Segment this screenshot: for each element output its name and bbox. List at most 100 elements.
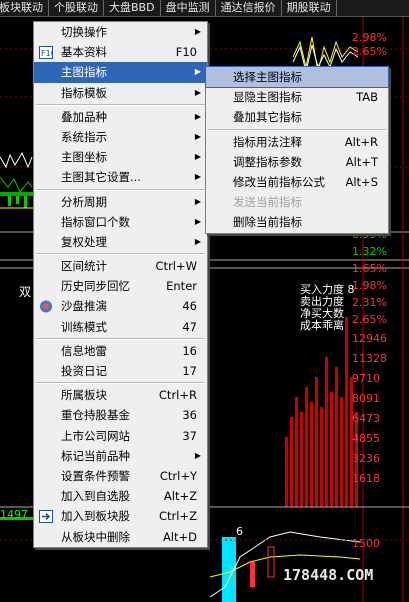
tab-1[interactable]: 个股联动 <box>49 0 104 16</box>
menu-item-25[interactable]: 标记当前品种 ▶ <box>34 446 207 466</box>
submenu-arrow-icon: ▶ <box>194 216 201 226</box>
submenu-arrow-icon: ▶ <box>194 27 201 36</box>
scale-value: 1.32% <box>352 245 387 258</box>
submenu-item-1[interactable]: 显隐主图指标 TAB <box>206 87 388 107</box>
menu-item-8[interactable]: 主图其它设置... ▶ <box>34 167 207 187</box>
submenu-arrow-icon: ▶ <box>194 196 201 206</box>
menu-item-19[interactable]: 信息地雷 16 <box>34 341 207 361</box>
menu-item-label: 切换操作 <box>61 25 107 39</box>
menu-item-label: 设置条件预警 <box>61 468 130 483</box>
f10-icon: F10 <box>39 45 56 60</box>
submenu-item-7: 发送当前指标 <box>206 192 388 212</box>
menu-item-label: 删除当前指标 <box>233 215 302 230</box>
menu-item-shortcut: Ctrl+R <box>158 388 197 403</box>
menu-item-shortcut: Ctrl+Z <box>159 509 197 524</box>
scale-value: 1.65% <box>352 262 387 275</box>
menu-item-22[interactable]: 所属板块 Ctrl+R <box>34 385 207 405</box>
submenu-arrow-icon: ▶ <box>194 87 201 97</box>
tab-2[interactable]: 大盘BBD <box>104 0 161 16</box>
menu-item-15[interactable]: 历史同步回忆 Enter <box>34 276 207 296</box>
menu-item-10[interactable]: 分析周期 ▶ <box>34 192 207 212</box>
menu-item-1[interactable]: F10 基本资料 F10 <box>34 42 207 62</box>
submenu-arrow-icon: ▶ <box>194 67 201 77</box>
menu-item-29[interactable]: 从板块中删除 Alt+D <box>34 527 207 547</box>
submenu-item-2[interactable]: 叠加其它指标 <box>206 107 388 127</box>
menu-item-label: 发送当前指标 <box>233 195 302 210</box>
menu-separator <box>36 337 205 340</box>
menu-item-14[interactable]: 区间统计 Ctrl+W <box>34 256 207 276</box>
menu-item-shortcut: TAB <box>356 90 378 105</box>
submenu-item-5[interactable]: 调整指标参数 Alt+T <box>206 152 388 172</box>
main-indicator-submenu: 选择主图指标 显隐主图指标 TAB 叠加其它指标 指标用法注释 Alt+R 调整指标参数 Al… <box>205 65 389 234</box>
menu-item-28[interactable]: 加入到板块股 Ctrl+Z <box>34 506 207 526</box>
menu-separator <box>36 382 205 385</box>
menu-item-shortcut: 17 <box>182 364 197 378</box>
menu-item-label: 显隐主图指标 <box>233 90 302 105</box>
scale-value: 6473 <box>352 412 380 425</box>
submenu-arrow-icon: ▶ <box>194 131 201 141</box>
menu-item-label: 指标用法注释 <box>233 134 302 149</box>
menu-item-shortcut: Ctrl+W <box>155 259 197 274</box>
menu-item-3[interactable]: 指标模板 ▶ <box>34 83 207 103</box>
submenu-item-6[interactable]: 修改当前指标公式 Alt+S <box>206 172 388 192</box>
menu-item-label: 主图坐标 <box>61 150 107 165</box>
menu-item-label: 指标模板 <box>61 85 107 100</box>
tab-0[interactable]: 板块联动 <box>0 0 49 16</box>
scale-value: 4855 <box>352 432 380 445</box>
menu-item-label: 区间统计 <box>61 259 107 274</box>
menu-item-11[interactable]: 指标窗口个数 ▶ <box>34 212 207 232</box>
menu-item-7[interactable]: 主图坐标 ▶ <box>34 147 207 167</box>
menu-item-17[interactable]: 训练模式 47 <box>34 317 207 337</box>
menu-item-label: 加入到板块股 <box>61 509 130 524</box>
left-volume-label: 1497 <box>0 508 28 521</box>
menu-item-shortcut: Alt+T <box>345 154 378 169</box>
menu-item-shortcut: Alt+D <box>162 529 197 544</box>
menu-item-6[interactable]: 系统指示 ▶ <box>34 127 207 147</box>
menu-item-shortcut: 37 <box>182 428 197 443</box>
menu-item-24[interactable]: 上市公司网站 37 <box>34 426 207 446</box>
menu-item-label: 标记当前品种 <box>61 448 130 463</box>
menu-item-0[interactable]: 切换操作 ▶ <box>34 22 207 42</box>
add-to-block-icon <box>39 509 53 524</box>
menu-item-shortcut: Alt+S <box>345 174 378 189</box>
context-menu: 切换操作 ▶ F10 基本资料 F10 主图指标 ▶ 指标模板 ▶ 叠加品种 ▶ 系统指示 ▶ 主图坐标 ▶… <box>33 21 208 548</box>
scale-value: 2.31% <box>352 296 387 309</box>
menu-item-16[interactable]: 沙盘推演 46 <box>34 296 207 316</box>
menu-item-2[interactable]: 主图指标 ▶ <box>34 62 207 83</box>
menu-item-label: 加入到自选股 <box>61 489 130 504</box>
menu-separator <box>36 103 205 106</box>
menu-item-12[interactable]: 复权处理 ▶ <box>34 232 207 252</box>
tab-5[interactable]: 期股联动 <box>282 0 337 16</box>
menu-item-label: 历史同步回忆 <box>61 279 130 294</box>
menu-item-shortcut: 16 <box>182 343 197 358</box>
submenu-item-0[interactable]: 选择主图指标 <box>205 65 389 89</box>
menu-separator <box>208 128 386 131</box>
scale-value: 1618 <box>352 472 380 485</box>
submenu-item-4[interactable]: 指标用法注释 Alt+R <box>206 132 388 152</box>
submenu-item-8[interactable]: 删除当前指标 <box>206 212 388 232</box>
menu-item-5[interactable]: 叠加品种 ▶ <box>34 107 207 127</box>
scale-value: 2.98% <box>352 31 387 44</box>
menu-item-label: 沙盘推演 <box>61 299 107 314</box>
scale-value: 3236 <box>352 452 380 465</box>
scale-value: 11328 <box>352 352 387 365</box>
submenu-arrow-icon: ▶ <box>194 111 201 121</box>
menu-item-label: 信息地雷 <box>61 343 107 358</box>
menu-item-shortcut: Enter <box>166 279 197 294</box>
menu-item-27[interactable]: 加入到自选股 Alt+Z <box>34 486 207 506</box>
menu-item-23[interactable]: 重仓持股基金 36 <box>34 405 207 425</box>
scale-value: 8091 <box>352 392 380 405</box>
menu-item-20[interactable]: 投资日记 17 <box>34 361 207 381</box>
menu-item-label: 重仓持股基金 <box>61 408 130 423</box>
tab-4[interactable]: 通达信报价 <box>216 0 282 16</box>
menu-item-shortcut: Alt+Z <box>163 489 197 504</box>
submenu-arrow-icon: ▶ <box>194 236 201 246</box>
cyan-bar-label: 6 <box>236 525 243 538</box>
menu-item-label: 从板块中删除 <box>61 529 130 544</box>
menu-separator <box>36 253 205 256</box>
menu-item-label: 叠加品种 <box>61 109 107 124</box>
menu-item-shortcut: 46 <box>182 299 197 314</box>
menu-item-label: 训练模式 <box>61 319 107 334</box>
menu-item-26[interactable]: 设置条件预警 Ctrl+Y <box>34 466 207 486</box>
tab-3[interactable]: 盘中监测 <box>161 0 216 16</box>
